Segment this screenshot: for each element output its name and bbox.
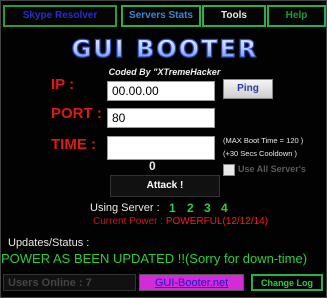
update-status-message: POWER AS BEEN UPDATED !!(Sorry for down-… (1, 251, 308, 266)
time-label: TIME : (51, 136, 96, 153)
attack-button[interactable]: Attack ! (110, 175, 220, 197)
using-server-label: Using Server : (90, 202, 160, 214)
use-all-servers-label: Use All Server's (238, 164, 306, 174)
top-tabs: Skype Resolver Servers Stats Tools Help (1, 5, 327, 27)
server-1-link[interactable]: 1 (169, 201, 176, 215)
tab-help[interactable]: Help (267, 5, 326, 27)
port-input[interactable] (107, 108, 215, 128)
attack-counter: 0 (149, 159, 156, 173)
change-log-button[interactable]: Change Log (251, 274, 323, 291)
ip-input[interactable] (107, 81, 215, 101)
current-power-value: POWERFUL(12/12/14) (165, 216, 269, 227)
current-power-label: Current Power : (93, 216, 164, 227)
tab-skype-resolver[interactable]: Skype Resolver (3, 5, 117, 27)
time-input[interactable] (107, 136, 215, 160)
ping-button[interactable]: Ping (223, 79, 273, 99)
server-4-link[interactable]: 4 (221, 201, 228, 215)
site-link[interactable]: GUI-Booter.net (139, 274, 244, 291)
logo-text: GUI BOOTER (72, 35, 259, 63)
server-3-link[interactable]: 3 (204, 201, 211, 215)
gui-booter-logo: GUI BOOTER (71, 34, 259, 63)
coded-by-credit: Coded By "XTremeHacker (108, 67, 221, 77)
users-online-display: Users Online : 7 (3, 274, 136, 291)
cooldown-note: (+30 Secs Cooldown ) (223, 149, 297, 158)
booter-window: Skype Resolver Servers Stats Tools Help … (0, 0, 327, 298)
current-power: Current Power : POWERFUL(12/12/14) (93, 216, 268, 227)
ip-label: IP : (51, 76, 75, 93)
tab-servers-stats[interactable]: Servers Stats (121, 5, 201, 27)
use-all-servers-checkbox[interactable] (223, 164, 235, 176)
max-boot-time-note: (MAX Boot Time = 120 ) (223, 136, 304, 145)
updates-status-label: Updates/Status : (8, 237, 90, 249)
port-label: PORT : (51, 105, 102, 122)
tab-tools[interactable]: Tools (202, 5, 266, 27)
server-2-link[interactable]: 2 (187, 201, 194, 215)
